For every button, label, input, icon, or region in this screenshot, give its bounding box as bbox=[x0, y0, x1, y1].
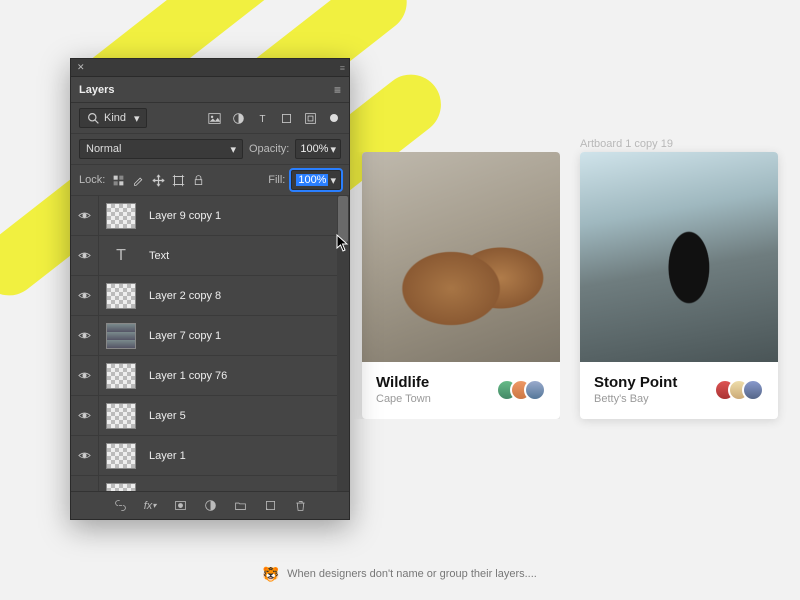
card-image bbox=[362, 152, 560, 362]
visibility-icon[interactable] bbox=[78, 329, 92, 343]
card-subtitle: Cape Town bbox=[376, 393, 431, 405]
blend-mode-value: Normal bbox=[86, 143, 121, 155]
visibility-icon[interactable] bbox=[78, 449, 92, 463]
panel-titlebar[interactable]: ✕ ≡ bbox=[71, 59, 349, 77]
panel-menu-icon[interactable]: ≡ bbox=[334, 83, 341, 97]
layer-thumbnail bbox=[106, 403, 136, 429]
layer-name[interactable]: Layer 1 copy 76 bbox=[143, 370, 335, 382]
link-layers-icon[interactable] bbox=[113, 499, 127, 513]
panel-footer: fx▾ bbox=[71, 491, 349, 519]
emoji-icon: 🐯 bbox=[263, 566, 279, 582]
new-group-icon[interactable] bbox=[233, 499, 247, 513]
card-image bbox=[580, 152, 778, 362]
layer-name[interactable]: Layer 7 copy 1 bbox=[143, 330, 335, 342]
layer-name[interactable]: Layer 1 bbox=[143, 450, 335, 462]
chevron-down-icon: ▾ bbox=[330, 174, 336, 187]
visibility-icon[interactable] bbox=[78, 209, 92, 223]
lock-transparency-icon[interactable] bbox=[111, 173, 125, 187]
layer-row[interactable]: Layer 9 copy 1 bbox=[71, 196, 349, 236]
delete-layer-icon[interactable] bbox=[293, 499, 307, 513]
close-icon[interactable]: ✕ bbox=[77, 62, 85, 73]
fill-value: 100% bbox=[296, 174, 328, 186]
layer-thumbnail bbox=[106, 363, 136, 389]
card-body: Stony Point Betty's Bay bbox=[580, 362, 778, 419]
opacity-input[interactable]: 100% ▾ bbox=[295, 139, 341, 159]
layer-thumbnail bbox=[106, 283, 136, 309]
filter-type-icon[interactable]: T bbox=[255, 111, 269, 125]
card-title: Wildlife bbox=[376, 374, 431, 391]
layer-name[interactable]: Layer 6 copy 9 bbox=[143, 490, 335, 492]
panel-tabs: Layers ≡ bbox=[71, 77, 349, 103]
layer-mask-icon[interactable] bbox=[173, 499, 187, 513]
new-layer-icon[interactable] bbox=[263, 499, 277, 513]
layer-thumbnail bbox=[106, 323, 136, 349]
card-body: Wildlife Cape Town bbox=[362, 362, 560, 419]
filter-shape-icon[interactable] bbox=[279, 111, 293, 125]
filter-smartobject-icon[interactable] bbox=[303, 111, 317, 125]
layer-thumbnail bbox=[106, 443, 136, 469]
card-subtitle: Betty's Bay bbox=[594, 393, 677, 405]
layer-row[interactable]: Layer 1 copy 76 bbox=[71, 356, 349, 396]
layer-filter-row: Kind ▾ T bbox=[71, 103, 349, 134]
layer-name[interactable]: Text bbox=[143, 250, 335, 262]
lock-all-icon[interactable] bbox=[191, 173, 205, 187]
type-icon: T bbox=[106, 243, 136, 269]
filter-kind-select[interactable]: Kind ▾ bbox=[79, 108, 147, 128]
opacity-value: 100% bbox=[300, 143, 328, 155]
fill-label: Fill: bbox=[268, 174, 285, 186]
blend-mode-select[interactable]: Normal ▾ bbox=[79, 139, 243, 159]
adjustment-layer-icon[interactable] bbox=[203, 499, 217, 513]
caption: 🐯 When designers don't name or group the… bbox=[0, 566, 800, 582]
visibility-icon[interactable] bbox=[78, 289, 92, 303]
chevron-down-icon: ▾ bbox=[230, 143, 236, 156]
lock-label: Lock: bbox=[79, 174, 105, 186]
card[interactable]: Stony Point Betty's Bay bbox=[580, 152, 778, 419]
layer-row[interactable]: Layer 1 bbox=[71, 436, 349, 476]
svg-text:T: T bbox=[259, 113, 265, 124]
filter-toggle-icon[interactable] bbox=[327, 111, 341, 125]
layer-thumbnail bbox=[106, 203, 136, 229]
layer-row[interactable]: Layer 6 copy 9 bbox=[71, 476, 349, 491]
caption-text: When designers don't name or group their… bbox=[287, 568, 537, 580]
lock-position-icon[interactable] bbox=[151, 173, 165, 187]
opacity-label: Opacity: bbox=[249, 143, 289, 155]
avatar-stack bbox=[714, 379, 764, 401]
visibility-icon[interactable] bbox=[78, 489, 92, 492]
filter-image-icon[interactable] bbox=[207, 111, 221, 125]
card[interactable]: Wildlife Cape Town bbox=[362, 152, 560, 419]
layer-name[interactable]: Layer 5 bbox=[143, 410, 335, 422]
filter-kind-label: Kind bbox=[104, 112, 126, 124]
chevron-down-icon: ▾ bbox=[134, 112, 140, 125]
tab-layers[interactable]: Layers bbox=[79, 84, 114, 96]
layer-name[interactable]: Layer 2 copy 8 bbox=[143, 290, 335, 302]
layer-row[interactable]: T Text bbox=[71, 236, 349, 276]
fill-input[interactable]: 100% ▾ bbox=[291, 170, 341, 190]
search-icon bbox=[86, 111, 100, 125]
avatar bbox=[524, 379, 546, 401]
artboard-label: Artboard 1 copy 19 bbox=[580, 138, 673, 150]
chevron-down-icon: ▾ bbox=[330, 143, 336, 156]
card-title: Stony Point bbox=[594, 374, 677, 391]
avatar-stack bbox=[496, 379, 546, 401]
filter-adjustment-icon[interactable] bbox=[231, 111, 245, 125]
visibility-icon[interactable] bbox=[78, 249, 92, 263]
visibility-icon[interactable] bbox=[78, 409, 92, 423]
cursor-icon bbox=[336, 234, 350, 257]
layer-effects-icon[interactable]: fx▾ bbox=[143, 499, 157, 513]
lock-paint-icon[interactable] bbox=[131, 173, 145, 187]
blend-opacity-row: Normal ▾ Opacity: 100% ▾ bbox=[71, 134, 349, 165]
lock-fill-row: Lock: Fill: 100% ▾ bbox=[71, 165, 349, 196]
layer-row[interactable]: Layer 2 copy 8 bbox=[71, 276, 349, 316]
layers-panel: ✕ ≡ Layers ≡ Kind ▾ T Normal ▾ Opacity: bbox=[70, 58, 350, 520]
visibility-icon[interactable] bbox=[78, 369, 92, 383]
layer-thumbnail bbox=[106, 483, 136, 492]
layer-name[interactable]: Layer 9 copy 1 bbox=[143, 210, 335, 222]
layer-list: Layer 9 copy 1 T Text Layer 2 copy 8 Lay… bbox=[71, 196, 349, 491]
layer-row[interactable]: Layer 5 bbox=[71, 396, 349, 436]
avatar bbox=[742, 379, 764, 401]
lock-artboard-icon[interactable] bbox=[171, 173, 185, 187]
layer-row[interactable]: Layer 7 copy 1 bbox=[71, 316, 349, 356]
drag-handle-icon[interactable]: ≡ bbox=[340, 63, 343, 73]
